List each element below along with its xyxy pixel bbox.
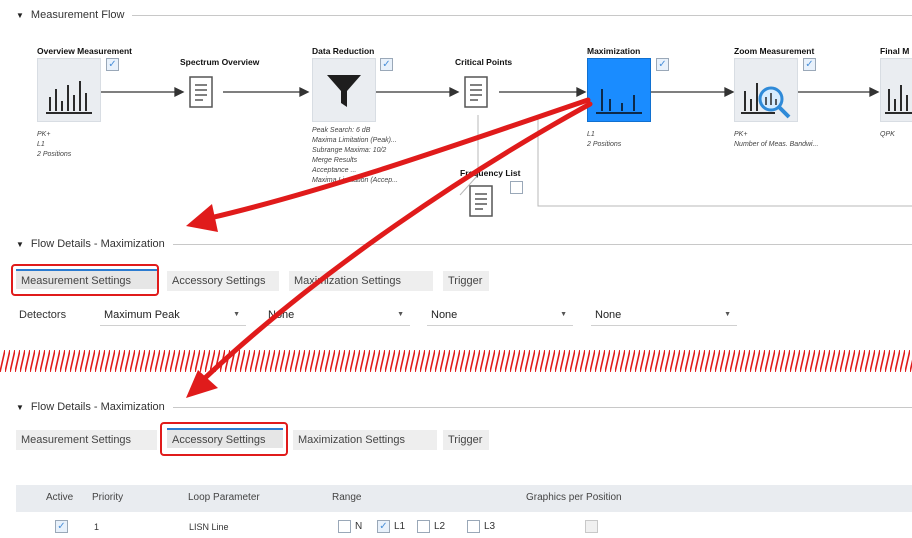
node-title-frequency-list: Frequency List xyxy=(460,168,521,178)
bar-chart-icon xyxy=(596,89,642,114)
chevron-down-icon: ▼ xyxy=(397,311,404,318)
col-loop-parameter[interactable]: Loop Parameter xyxy=(188,492,260,503)
col-range[interactable]: Range xyxy=(332,492,361,503)
magnifier-chart-icon xyxy=(741,83,791,119)
range-l3-label: L3 xyxy=(484,521,496,532)
table-row[interactable]: ✓ 1 LISN Line N ✓ L1 L2 L3 xyxy=(16,515,912,538)
range-l2-label: L2 xyxy=(434,521,446,532)
range-l1-label: L1 xyxy=(394,521,406,532)
overview-measurement-node[interactable] xyxy=(37,58,101,122)
detector-dropdown-3[interactable]: None ▼ xyxy=(427,304,573,326)
zoom-desc: PK+ Number of Meas. Bandwi... xyxy=(734,131,819,148)
highlight-accessory-settings xyxy=(160,422,288,456)
chevron-down-icon: ▼ xyxy=(233,311,240,318)
node-title-critical: Critical Points xyxy=(455,57,513,67)
chevron-down-icon: ▼ xyxy=(724,311,731,318)
data-reduction-checkbox[interactable]: ✓ xyxy=(380,58,393,71)
table-header-row: Active Priority Loop Parameter Range Gra… xyxy=(16,485,912,512)
range-l1-checkbox[interactable]: ✓ xyxy=(377,520,390,533)
maximization-checkbox[interactable]: ✓ xyxy=(656,58,669,71)
node-title-data-reduction: Data Reduction xyxy=(312,46,375,56)
cut-divider xyxy=(0,350,912,372)
tab-accessory-settings[interactable]: Accessory Settings xyxy=(167,271,279,291)
data-reduction-desc: Peak Search: 6 dB Maxima Limitation (Pea… xyxy=(312,127,398,184)
document-icon xyxy=(469,185,493,217)
node-title-final: Final M xyxy=(880,46,910,56)
col-graphics-per-position[interactable]: Graphics per Position xyxy=(526,492,622,503)
funnel-icon xyxy=(327,75,361,107)
bar-chart-icon xyxy=(46,81,92,114)
col-priority[interactable]: Priority xyxy=(92,492,123,503)
detector-dropdown-4[interactable]: None ▼ xyxy=(591,304,737,326)
priority-value: 1 xyxy=(94,522,100,532)
range-l2-checkbox[interactable] xyxy=(417,520,430,533)
spectrum-overview-node[interactable] xyxy=(186,75,222,111)
final-measurement-node[interactable] xyxy=(880,58,912,122)
highlight-measurement-settings xyxy=(11,264,159,296)
range-n-checkbox[interactable] xyxy=(338,520,351,533)
loop-parameter-value: LISN Line xyxy=(189,522,229,532)
detector-4-value: None xyxy=(595,309,622,321)
collapse-triangle-icon[interactable]: ▼ xyxy=(16,403,24,412)
graphics-checkbox[interactable] xyxy=(585,520,598,533)
overview-desc: PK+ L1 2 Positions xyxy=(37,131,72,158)
active-checkbox[interactable]: ✓ xyxy=(55,520,68,533)
detector-2-value: None xyxy=(268,309,295,321)
flow-details-title-1: Flow Details - Maximization xyxy=(30,238,165,250)
detector-1-value: Maximum Peak xyxy=(104,309,180,321)
flow-details-header-1[interactable]: ▼ Flow Details - Maximization xyxy=(16,238,912,250)
node-title-maximization: Maximization xyxy=(587,46,641,56)
frequency-list-checkbox[interactable] xyxy=(510,181,523,194)
bar-chart-icon xyxy=(885,85,912,114)
chevron-down-icon: ▼ xyxy=(560,311,567,318)
header-divider xyxy=(172,406,912,408)
tab-maximization-settings-2[interactable]: Maximization Settings xyxy=(293,430,437,450)
zoom-checkbox[interactable]: ✓ xyxy=(803,58,816,71)
collapse-triangle-icon[interactable]: ▼ xyxy=(16,240,24,249)
maximization-desc: L1 2 Positions xyxy=(587,131,622,148)
frequency-list-node[interactable] xyxy=(466,184,502,220)
detector-3-value: None xyxy=(431,309,458,321)
critical-points-node[interactable] xyxy=(461,75,497,111)
flow-details-title-2: Flow Details - Maximization xyxy=(30,401,165,413)
document-icon xyxy=(464,76,488,108)
data-reduction-node[interactable] xyxy=(312,58,376,122)
header-divider xyxy=(172,243,912,245)
flow-details-header-2[interactable]: ▼ Flow Details - Maximization xyxy=(16,401,912,413)
node-title-zoom: Zoom Measurement xyxy=(734,46,815,56)
detector-dropdown-2[interactable]: None ▼ xyxy=(264,304,410,326)
tab-maximization-settings[interactable]: Maximization Settings xyxy=(289,271,433,291)
node-title-spectrum: Spectrum Overview xyxy=(180,57,260,67)
node-title-overview: Overview Measurement xyxy=(37,46,132,56)
zoom-measurement-node[interactable] xyxy=(734,58,798,122)
tab-trigger[interactable]: Trigger xyxy=(443,271,489,291)
tab-measurement-settings-2[interactable]: Measurement Settings xyxy=(16,430,157,450)
range-n-label: N xyxy=(355,521,363,532)
overview-checkbox[interactable]: ✓ xyxy=(106,58,119,71)
range-l3-checkbox[interactable] xyxy=(467,520,480,533)
detector-dropdown-1[interactable]: Maximum Peak ▼ xyxy=(100,304,246,326)
maximization-node[interactable] xyxy=(587,58,651,122)
final-desc: QPK xyxy=(880,131,895,138)
col-active[interactable]: Active xyxy=(46,492,73,503)
tab-trigger-2[interactable]: Trigger xyxy=(443,430,489,450)
detectors-label: Detectors xyxy=(19,309,67,321)
document-icon xyxy=(189,76,213,108)
